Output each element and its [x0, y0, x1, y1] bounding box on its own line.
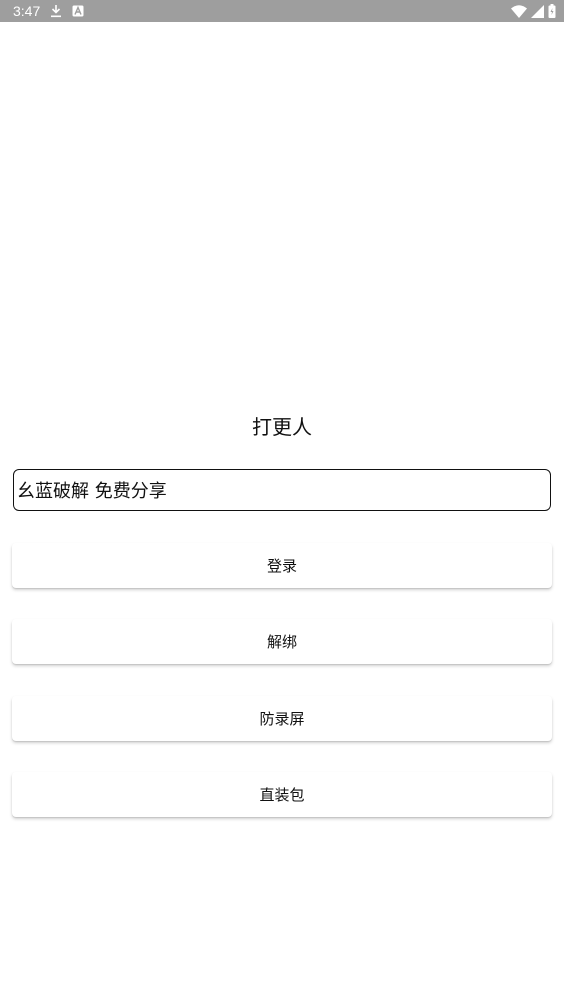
wifi-icon [511, 4, 527, 18]
status-bar: 3:47 [0, 0, 564, 22]
unbind-button[interactable]: 解绑 [12, 619, 552, 664]
a-notification-icon [72, 5, 84, 17]
status-left: 3:47 [13, 3, 84, 19]
login-button[interactable]: 登录 [12, 543, 552, 588]
anti-record-button[interactable]: 防录屏 [12, 696, 552, 741]
download-icon [50, 4, 62, 18]
status-right [511, 4, 556, 18]
card-key-field[interactable] [13, 469, 551, 511]
battery-icon [548, 4, 556, 18]
app-title: 打更人 [252, 415, 312, 439]
card-key-input[interactable] [17, 479, 547, 501]
signal-icon [531, 4, 544, 18]
status-time: 3:47 [13, 3, 41, 19]
direct-install-button[interactable]: 直装包 [12, 772, 552, 817]
